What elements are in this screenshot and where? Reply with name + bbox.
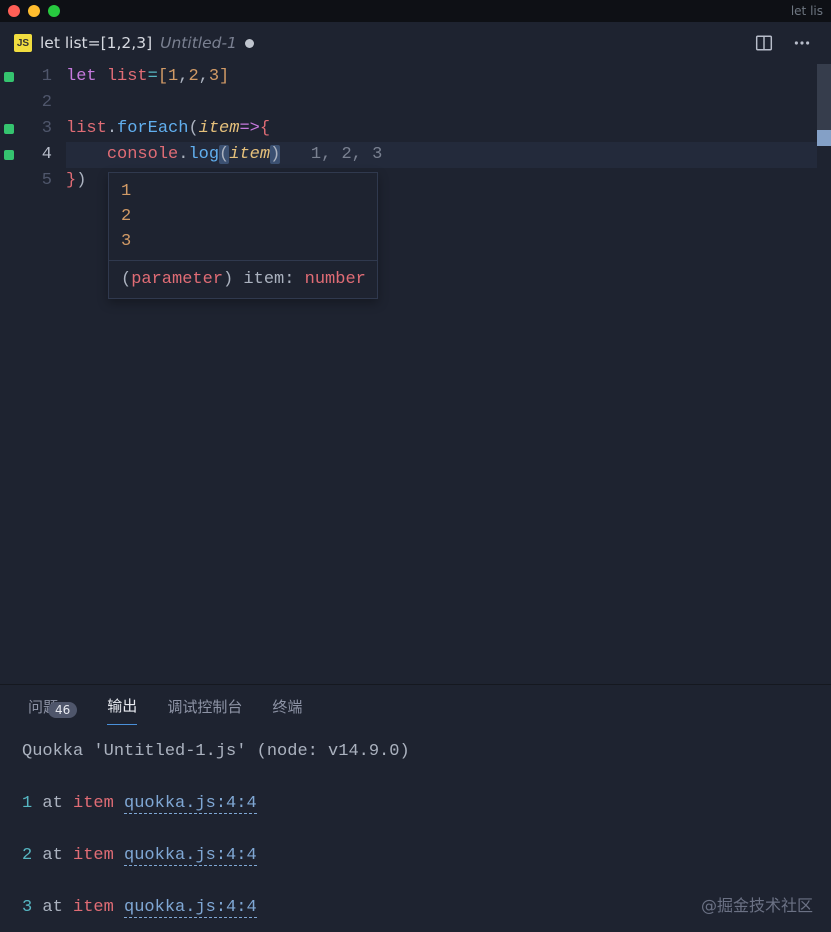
titlebar-right-text: let lis — [791, 4, 823, 18]
line-number: 1 — [18, 64, 52, 90]
output-source-link[interactable]: quokka.js:4:4 — [124, 794, 257, 814]
hover-value: 1 — [121, 179, 365, 204]
output-row: 2 at item quokka.js:4:4 — [22, 843, 809, 869]
problems-count-badge: 46 — [48, 702, 77, 718]
line-number: 4 — [18, 142, 52, 168]
minimize-window-button[interactable] — [28, 5, 40, 17]
code-line[interactable]: console.log(item) 1, 2, 3 — [66, 142, 831, 168]
quokka-gutter — [0, 64, 18, 684]
output-header: Quokka 'Untitled-1.js' (node: v14.9.0) — [22, 739, 809, 765]
zoom-window-button[interactable] — [48, 5, 60, 17]
js-file-icon: JS — [14, 34, 32, 52]
tab-subtitle: Untitled-1 — [160, 34, 237, 52]
output-source-link[interactable]: quokka.js:4:4 — [124, 898, 257, 918]
quokka-pass-icon — [4, 124, 14, 134]
hover-value: 3 — [121, 229, 365, 254]
hover-values: 1 2 3 — [109, 173, 377, 260]
more-icon[interactable] — [793, 34, 811, 52]
code-area[interactable]: let list=[1,2,3] list.forEach(item=>{ co… — [66, 64, 831, 684]
minimap-highlight — [817, 130, 831, 146]
panel-tab-output[interactable]: 输出 — [107, 695, 137, 725]
tab-actions — [755, 34, 831, 52]
line-number: 3 — [18, 116, 52, 142]
output-source-link[interactable]: quokka.js:4:4 — [124, 846, 257, 866]
quokka-pass-icon — [4, 150, 14, 160]
dirty-indicator-icon — [245, 39, 254, 48]
quokka-pass-icon — [4, 72, 14, 82]
window-titlebar: let lis — [0, 0, 831, 22]
line-number: 5 — [18, 168, 52, 194]
output-row: 1 at item quokka.js:4:4 — [22, 791, 809, 817]
editor-hover-popup: 1 2 3 (parameter) item: number — [108, 172, 378, 299]
hover-value: 2 — [121, 204, 365, 229]
minimap[interactable] — [817, 64, 831, 684]
tab-title: let list=[1,2,3] — [40, 34, 152, 52]
hover-signature: (parameter) item: number — [109, 260, 377, 298]
panel-tab-bar: 问题 46 输出 调试控制台 终端 — [0, 695, 831, 725]
editor[interactable]: 1 2 3 4 5 let list=[1,2,3] list.forEach(… — [0, 64, 831, 684]
quokka-inline-value: 1, 2, 3 — [311, 145, 382, 164]
panel-tab-debug-console[interactable]: 调试控制台 — [167, 696, 242, 725]
panel-tab-terminal[interactable]: 终端 — [272, 696, 302, 725]
editor-tab-bar: JS let list=[1,2,3] Untitled-1 — [0, 22, 831, 64]
output-row: 3 at item quokka.js:4:4 — [22, 895, 809, 921]
line-number: 2 — [18, 90, 52, 116]
editor-tab[interactable]: JS let list=[1,2,3] Untitled-1 — [0, 22, 268, 64]
line-number-gutter: 1 2 3 4 5 — [18, 64, 66, 684]
close-window-button[interactable] — [8, 5, 20, 17]
bottom-panel: 问题 46 输出 调试控制台 终端 Quokka 'Untitled-1.js'… — [0, 684, 831, 932]
split-editor-icon[interactable] — [755, 34, 773, 52]
code-line[interactable]: let list=[1,2,3] — [66, 64, 831, 90]
code-line[interactable] — [66, 90, 831, 116]
traffic-lights — [8, 5, 60, 17]
code-line[interactable]: list.forEach(item=>{ — [66, 116, 831, 142]
watermark: @掘金技术社区 — [701, 892, 813, 916]
